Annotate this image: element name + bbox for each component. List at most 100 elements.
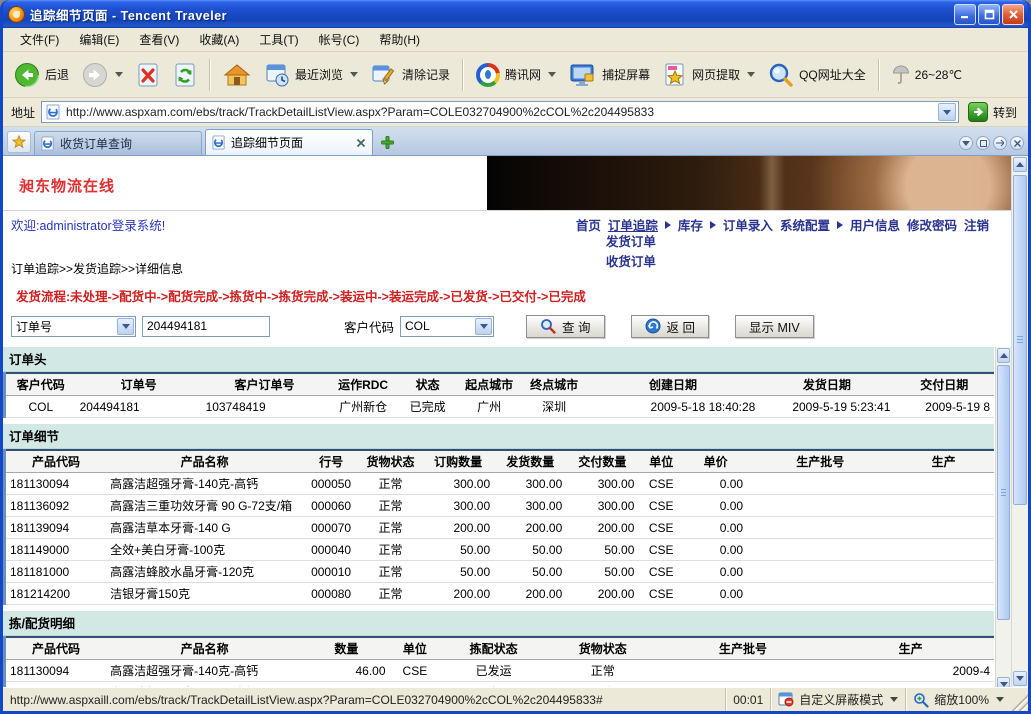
- nav-home[interactable]: 首页: [576, 215, 601, 234]
- order-type-select[interactable]: 订单号: [11, 316, 136, 337]
- weather-widget[interactable]: 26~28℃: [887, 61, 967, 89]
- menu-tools[interactable]: 工具(T): [250, 28, 307, 51]
- menu-favorites[interactable]: 收藏(A): [190, 28, 248, 51]
- table-cell: 2009-5-19 8: [894, 396, 994, 418]
- column-header: 生产: [893, 450, 994, 473]
- close-button[interactable]: [1002, 4, 1024, 25]
- extract-page-button[interactable]: 网页提取: [658, 59, 760, 91]
- search-button[interactable]: 查 询: [526, 315, 604, 338]
- page-icon: [46, 104, 61, 120]
- refresh-button[interactable]: [168, 59, 202, 91]
- address-field[interactable]: http://www.aspxam.com/ebs/track/TrackDet…: [41, 101, 959, 123]
- nav-order-track[interactable]: 订单追踪 发货订单 收货订单: [608, 215, 658, 234]
- chevron-down-icon[interactable]: [996, 697, 1004, 702]
- table-cell: 181181000: [5, 561, 107, 583]
- favorites-button[interactable]: [7, 131, 31, 153]
- menu-view[interactable]: 查看(V): [130, 28, 188, 51]
- stop-button[interactable]: [131, 59, 165, 91]
- scroll-down-button[interactable]: [997, 677, 1010, 687]
- clear-history-button[interactable]: 清除记录: [366, 59, 455, 91]
- table-cell: 已发运: [440, 682, 547, 688]
- scroll-up-button[interactable]: [997, 348, 1010, 363]
- tab-track-detail-page[interactable]: 追踪细节页面: [205, 129, 373, 155]
- qq-dropdown-icon[interactable]: [548, 72, 556, 77]
- zoom-icon: [913, 692, 929, 708]
- address-url[interactable]: http://www.aspxam.com/ebs/track/TrackDet…: [66, 105, 933, 119]
- column-header: 状态: [399, 373, 457, 396]
- table-row: 181136092高露洁三重功效牙膏 90 G-72支/箱000060正常300…: [5, 495, 995, 517]
- block-mode-control[interactable]: 自定义屏蔽模式: [770, 688, 905, 711]
- table-cell: 300.00: [566, 495, 638, 517]
- new-tab-button[interactable]: [376, 131, 398, 153]
- chevron-down-icon[interactable]: [117, 318, 134, 335]
- tables-scrollbar[interactable]: [995, 347, 1011, 687]
- menu-edit[interactable]: 编辑(E): [70, 28, 128, 51]
- table-cell: 300.00: [566, 473, 638, 495]
- back-button[interactable]: 后退: [9, 59, 74, 91]
- nav-order-entry[interactable]: 订单录入: [723, 215, 773, 234]
- forward-dropdown-icon[interactable]: [115, 72, 123, 77]
- chevron-down-icon[interactable]: [890, 697, 898, 702]
- address-bar: 地址 http://www.aspxam.com/ebs/track/Track…: [3, 98, 1028, 127]
- recent-button[interactable]: 最近浏览: [259, 59, 363, 91]
- scrollbar-thumb[interactable]: [1013, 175, 1027, 505]
- qq-icon: [476, 63, 500, 87]
- tab-bar: 收货订单查询 追踪细节页面: [3, 127, 1028, 156]
- chevron-down-icon[interactable]: [475, 318, 492, 335]
- menu-help[interactable]: 帮助(H): [370, 28, 429, 51]
- subnav-ship-order[interactable]: 发货订单: [606, 231, 656, 250]
- nav-logout[interactable]: 注销: [964, 215, 989, 234]
- recent-dropdown-icon[interactable]: [350, 72, 358, 77]
- tab-label: 收货订单查询: [60, 135, 195, 152]
- maximize-button[interactable]: [978, 4, 1000, 25]
- tab-restore-button[interactable]: [976, 136, 990, 150]
- back-label: 后退: [45, 66, 69, 83]
- nav-arrow-icon: [837, 221, 843, 229]
- nav-change-password[interactable]: 修改密码: [907, 215, 957, 234]
- column-header: 发货数量: [494, 450, 566, 473]
- capture-screen-button[interactable]: 捕捉屏幕: [564, 59, 655, 91]
- minimize-button[interactable]: [954, 4, 976, 25]
- tab-receive-order-query[interactable]: 收货订单查询: [34, 131, 202, 155]
- menu-file[interactable]: 文件(F): [11, 28, 68, 51]
- go-arrow-icon: [968, 102, 988, 122]
- extract-dropdown-icon[interactable]: [747, 72, 755, 77]
- address-label: 地址: [11, 104, 35, 121]
- home-button[interactable]: [218, 59, 256, 91]
- zoom-control[interactable]: 缩放100%: [905, 688, 1011, 711]
- qq-sites-label: QQ网址大全: [799, 66, 866, 83]
- forward-button[interactable]: [77, 59, 128, 91]
- table-cell: 高露洁超强牙膏-140克-高钙: [106, 473, 303, 495]
- scroll-up-button[interactable]: [1013, 157, 1027, 172]
- show-miv-button[interactable]: 显示 MIV: [735, 315, 814, 338]
- tab-close-all-button[interactable]: [1010, 136, 1024, 150]
- qq-site-button[interactable]: 腾讯网: [471, 60, 561, 90]
- customer-code-select[interactable]: COL: [400, 316, 494, 337]
- scrollbar-thumb[interactable]: [997, 365, 1010, 620]
- scroll-down-button[interactable]: [1013, 671, 1027, 686]
- return-button[interactable]: 返 回: [631, 315, 709, 338]
- browser-scrollbar[interactable]: [1011, 156, 1028, 687]
- nav-system-config[interactable]: 系统配置: [780, 215, 830, 234]
- stop-icon: [136, 62, 160, 88]
- nav-inventory[interactable]: 库存: [678, 215, 703, 234]
- column-header: 交付数量: [566, 450, 638, 473]
- tab-list-chevron-button[interactable]: [959, 136, 973, 150]
- table-cell: CSE: [638, 561, 684, 583]
- nav-user-info[interactable]: 用户信息: [850, 215, 900, 234]
- table-cell: 181130094: [5, 473, 107, 495]
- tab-close-icon[interactable]: [356, 138, 366, 148]
- menu-account[interactable]: 帐号(C): [310, 28, 369, 51]
- customer-code-label: 客户代码: [344, 317, 394, 336]
- table-cell: CSE: [638, 539, 684, 561]
- tab-expand-button[interactable]: [993, 136, 1007, 150]
- go-button[interactable]: 转到: [965, 101, 1020, 123]
- order-number-input[interactable]: [142, 316, 270, 337]
- column-header: 生产批号: [659, 637, 828, 660]
- table-cell: 200.00: [422, 583, 494, 605]
- resize-grip[interactable]: [1011, 688, 1028, 711]
- address-dropdown-button[interactable]: [938, 103, 956, 121]
- subnav-receive-order[interactable]: 收货订单: [606, 251, 656, 270]
- table-cell: [659, 660, 828, 682]
- qq-sites-button[interactable]: QQ网址大全: [763, 59, 871, 91]
